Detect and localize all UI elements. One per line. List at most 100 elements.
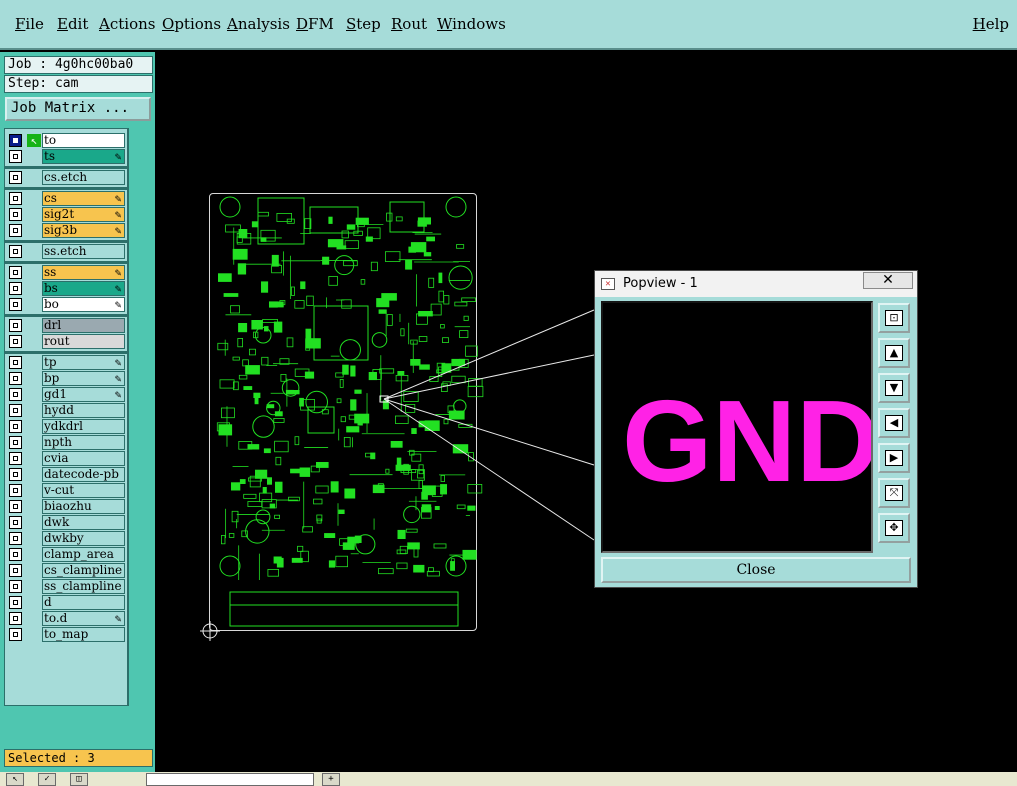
menu-step[interactable]: Step xyxy=(346,15,381,33)
layer-row[interactable]: ts ✎ xyxy=(7,149,127,164)
layer-row[interactable]: cs.etch xyxy=(7,170,127,185)
layer-name[interactable]: biaozhu xyxy=(42,499,125,514)
layer-checkbox[interactable] xyxy=(9,356,22,369)
menu-rout[interactable]: Rout xyxy=(391,15,427,33)
check-tool-icon[interactable]: ✓ xyxy=(38,773,56,786)
layer-row[interactable]: sig3b ✎ xyxy=(7,223,127,238)
layer-row[interactable]: rout xyxy=(7,334,127,349)
layer-name[interactable]: v-cut xyxy=(42,483,125,498)
job-matrix-button[interactable]: Job Matrix ... xyxy=(5,97,151,121)
snap-tool-icon[interactable]: ◫ xyxy=(70,773,88,786)
layer-name[interactable]: hydd xyxy=(42,403,125,418)
layer-name[interactable]: bp ✎ xyxy=(42,371,125,386)
layer-row[interactable]: bo ✎ xyxy=(7,297,127,312)
layer-checkbox[interactable] xyxy=(9,319,22,332)
layer-checkbox[interactable] xyxy=(9,372,22,385)
menu-edit[interactable]: Edit xyxy=(57,15,88,33)
layer-name[interactable]: to.d ✎ xyxy=(42,611,125,626)
select-tool-icon[interactable]: ↖ xyxy=(6,773,24,786)
layer-row[interactable]: ss_clampline xyxy=(7,579,127,594)
layer-checkbox[interactable] xyxy=(9,628,22,641)
layer-checkbox[interactable] xyxy=(9,282,22,295)
menu-dfm[interactable]: DFM xyxy=(296,15,334,33)
layer-checkbox[interactable] xyxy=(9,245,22,258)
layer-checkbox[interactable] xyxy=(9,548,22,561)
layer-row[interactable]: npth xyxy=(7,435,127,450)
layer-row[interactable]: bp ✎ xyxy=(7,371,127,386)
layer-row[interactable]: to.d ✎ xyxy=(7,611,127,626)
zoom-in-icon[interactable]: ✥ xyxy=(878,513,910,543)
layer-row[interactable]: biaozhu xyxy=(7,499,127,514)
layer-name[interactable]: ts ✎ xyxy=(42,149,125,164)
layer-name[interactable]: sig3b ✎ xyxy=(42,223,125,238)
layer-checkbox[interactable] xyxy=(9,134,22,147)
layer-name[interactable]: dwk xyxy=(42,515,125,530)
layer-row[interactable]: dwkby xyxy=(7,531,127,546)
layer-row[interactable]: gd1 ✎ xyxy=(7,387,127,402)
menu-windows[interactable]: Windows xyxy=(437,15,506,33)
layer-checkbox[interactable] xyxy=(9,580,22,593)
layer-row[interactable]: clamp_area xyxy=(7,547,127,562)
layer-name[interactable]: bs ✎ xyxy=(42,281,125,296)
window-close-button[interactable]: ✕ xyxy=(863,272,913,289)
zoom-fit-icon[interactable]: ⊡ xyxy=(878,303,910,333)
layer-row[interactable]: dwk xyxy=(7,515,127,530)
layer-checkbox[interactable] xyxy=(9,335,22,348)
layer-name[interactable]: sig2t ✎ xyxy=(42,207,125,222)
layer-checkbox[interactable] xyxy=(9,150,22,163)
layer-name[interactable]: ss ✎ xyxy=(42,265,125,280)
pan-left-icon[interactable]: ◀ xyxy=(878,408,910,438)
work-layer-arrow-icon[interactable]: ↖ xyxy=(27,134,41,147)
pan-down-icon[interactable]: ▼ xyxy=(878,373,910,403)
layer-checkbox[interactable] xyxy=(9,452,22,465)
popview-viewport[interactable]: GND xyxy=(601,301,873,553)
layer-checkbox[interactable] xyxy=(9,192,22,205)
layer-row[interactable]: v-cut xyxy=(7,483,127,498)
layer-name[interactable]: tp ✎ xyxy=(42,355,125,370)
layer-row[interactable]: drl xyxy=(7,318,127,333)
layer-checkbox[interactable] xyxy=(9,266,22,279)
layer-name[interactable]: clamp_area xyxy=(42,547,125,562)
layer-row[interactable]: cs ✎ xyxy=(7,191,127,206)
layer-name[interactable]: cvia xyxy=(42,451,125,466)
menu-actions[interactable]: Actions xyxy=(99,15,155,33)
zoom-out-icon[interactable]: ⤧ xyxy=(878,478,910,508)
layer-checkbox[interactable] xyxy=(9,404,22,417)
layer-checkbox[interactable] xyxy=(9,420,22,433)
menu-analysis[interactable]: Analysis xyxy=(227,15,290,33)
layer-checkbox[interactable] xyxy=(9,388,22,401)
layer-name[interactable]: datecode-pb xyxy=(42,467,125,482)
layer-name[interactable]: ss.etch xyxy=(42,244,125,259)
layer-name[interactable]: d xyxy=(42,595,125,610)
layer-name[interactable]: ydkdrl xyxy=(42,419,125,434)
layer-row[interactable]: cvia xyxy=(7,451,127,466)
layer-row[interactable]: to_map xyxy=(7,627,127,642)
layer-name[interactable]: drl xyxy=(42,318,125,333)
menu-options[interactable]: Options xyxy=(162,15,221,33)
popview-close-button[interactable]: Close xyxy=(601,557,911,583)
layer-row[interactable]: ss ✎ xyxy=(7,265,127,280)
coordinate-field[interactable] xyxy=(146,773,314,786)
layer-row[interactable]: datecode-pb xyxy=(7,467,127,482)
layer-row[interactable]: d xyxy=(7,595,127,610)
layer-checkbox[interactable] xyxy=(9,612,22,625)
layer-row[interactable]: sig2t ✎ xyxy=(7,207,127,222)
layer-checkbox[interactable] xyxy=(9,564,22,577)
layer-checkbox[interactable] xyxy=(9,516,22,529)
layer-row[interactable]: bs ✎ xyxy=(7,281,127,296)
layer-checkbox[interactable] xyxy=(9,484,22,497)
layer-row[interactable]: cs_clampline xyxy=(7,563,127,578)
pan-right-icon[interactable]: ▶ xyxy=(878,443,910,473)
layer-checkbox[interactable] xyxy=(9,468,22,481)
layer-name[interactable]: to_map xyxy=(42,627,125,642)
layer-name[interactable]: cs ✎ xyxy=(42,191,125,206)
layer-checkbox[interactable] xyxy=(9,298,22,311)
layer-name[interactable]: cs.etch xyxy=(42,170,125,185)
layer-name[interactable]: to xyxy=(42,133,125,148)
layer-name[interactable]: dwkby xyxy=(42,531,125,546)
layer-row[interactable]: ↖ to xyxy=(7,133,127,148)
layer-checkbox[interactable] xyxy=(9,532,22,545)
layer-name[interactable]: ss_clampline xyxy=(42,579,125,594)
layer-checkbox[interactable] xyxy=(9,171,22,184)
layer-name[interactable]: npth xyxy=(42,435,125,450)
